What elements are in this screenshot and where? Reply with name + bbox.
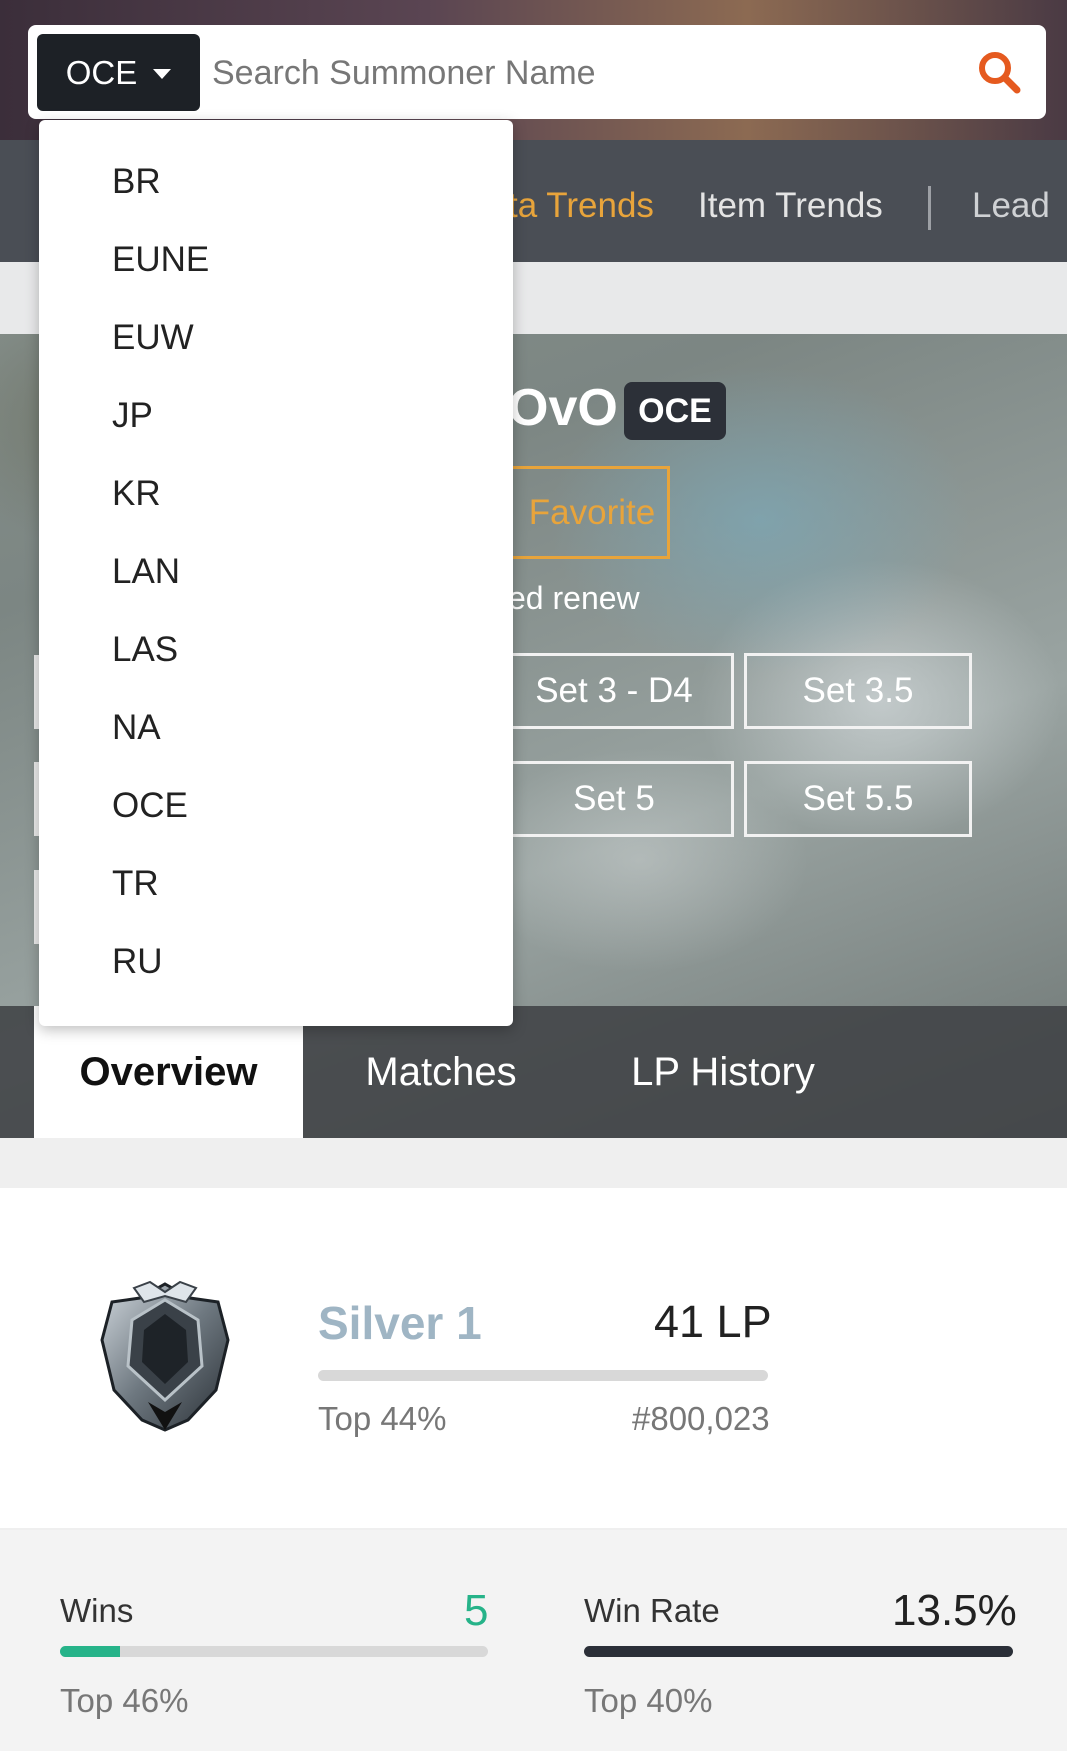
- win-rate-label: Win Rate: [584, 1592, 720, 1629]
- set-3-d4-button[interactable]: Set 3 - D4: [494, 653, 734, 729]
- wins-label: Wins: [60, 1592, 134, 1629]
- region-option-br[interactable]: BR: [112, 162, 161, 202]
- region-option-euw[interactable]: EUW: [112, 318, 194, 358]
- rank-tier: Silver 1: [318, 1297, 482, 1349]
- nav-item-item-trends[interactable]: Item Trends: [698, 186, 883, 226]
- caret-down-icon: [153, 68, 172, 79]
- search-bar: OCE: [28, 25, 1046, 119]
- lp-progress-bar: [318, 1370, 768, 1381]
- renew-status-text: ed renew: [508, 580, 640, 616]
- silver-rank-emblem-icon: [100, 1280, 230, 1432]
- win-rate-value: 13.5%: [892, 1586, 1017, 1635]
- wins-top-percent: Top 46%: [60, 1682, 189, 1719]
- rank-card: Silver 1 41 LP Top 44% #800,023: [0, 1188, 1067, 1528]
- set-5-button[interactable]: Set 5: [494, 761, 734, 837]
- region-option-kr[interactable]: KR: [112, 474, 161, 514]
- stats-panel: Wins 5 Top 46% Win Rate 13.5% Top 40%: [0, 1530, 1067, 1751]
- region-option-na[interactable]: NA: [112, 708, 161, 748]
- region-option-oce[interactable]: OCE: [112, 786, 188, 826]
- region-dropdown-menu: BR EUNE EUW JP KR LAN LAS NA OCE TR RU: [39, 120, 513, 1026]
- nav-item-leaderboard[interactable]: Lead: [972, 186, 1050, 226]
- wins-progress-fill: [60, 1646, 120, 1657]
- wins-progress-bar: [60, 1646, 488, 1657]
- favorite-button[interactable]: Favorite: [490, 466, 670, 559]
- rank-top-percent: Top 44%: [318, 1400, 447, 1437]
- region-select-label: OCE: [65, 53, 138, 91]
- rank-position: #800,023: [632, 1400, 770, 1437]
- win-rate-progress-fill: [584, 1646, 1013, 1657]
- win-rate-progress-bar: [584, 1646, 1013, 1657]
- region-select-button[interactable]: OCE: [37, 34, 200, 111]
- summoner-name: OvO: [508, 379, 618, 437]
- summoner-search-input[interactable]: [210, 41, 934, 105]
- set-3-5-button[interactable]: Set 3.5: [744, 653, 972, 729]
- set-5-5-button[interactable]: Set 5.5: [744, 761, 972, 837]
- region-badge: OCE: [624, 382, 726, 440]
- nav-item-meta-trends[interactable]: ta Trends: [508, 186, 654, 226]
- tab-lp-history[interactable]: LP History: [608, 1006, 838, 1138]
- region-option-jp[interactable]: JP: [112, 396, 153, 436]
- region-option-eune[interactable]: EUNE: [112, 240, 209, 280]
- win-rate-top-percent: Top 40%: [584, 1682, 713, 1719]
- region-option-lan[interactable]: LAN: [112, 552, 180, 592]
- region-option-las[interactable]: LAS: [112, 630, 178, 670]
- league-points: 41 LP: [654, 1296, 772, 1347]
- region-option-tr[interactable]: TR: [112, 864, 159, 904]
- search-icon[interactable]: [975, 48, 1023, 96]
- wins-value: 5: [464, 1586, 489, 1635]
- nav-divider: [928, 186, 931, 230]
- region-option-ru[interactable]: RU: [112, 942, 163, 982]
